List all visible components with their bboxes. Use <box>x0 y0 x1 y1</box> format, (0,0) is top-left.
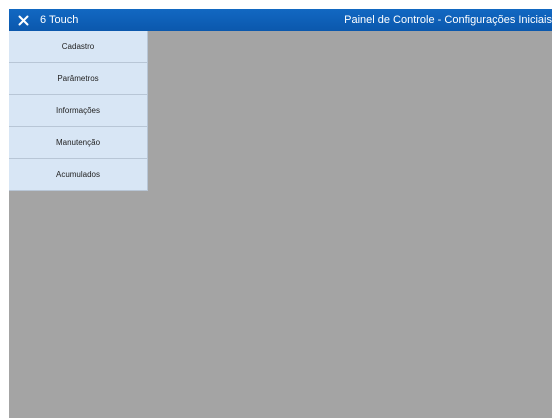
menu-item-label: Informações <box>55 106 101 115</box>
menu-item-label: Acumulados <box>55 170 101 179</box>
app-window: 6 Touch Painel de Controle - Configuraçõ… <box>9 9 552 418</box>
menu-item-acumulados[interactable]: Acumulados <box>9 159 148 191</box>
menu-item-label: Cadastro <box>61 42 95 51</box>
menu-item-label: Manutenção <box>55 138 101 147</box>
title-bar: 6 Touch Painel de Controle - Configuraçõ… <box>9 9 552 31</box>
menu-item-manutencao[interactable]: Manutenção <box>9 127 148 159</box>
menu-item-label: Parâmetros <box>57 74 99 83</box>
menu-item-parametros[interactable]: Parâmetros <box>9 63 148 95</box>
screen-title: Painel de Controle - Configurações Inici… <box>344 14 552 26</box>
menu-item-informacoes[interactable]: Informações <box>9 95 148 127</box>
close-icon[interactable] <box>12 9 34 31</box>
side-menu: Cadastro Parâmetros Informações Manutenç… <box>9 31 148 191</box>
menu-item-cadastro[interactable]: Cadastro <box>9 31 148 63</box>
app-name: 6 Touch <box>40 14 79 26</box>
